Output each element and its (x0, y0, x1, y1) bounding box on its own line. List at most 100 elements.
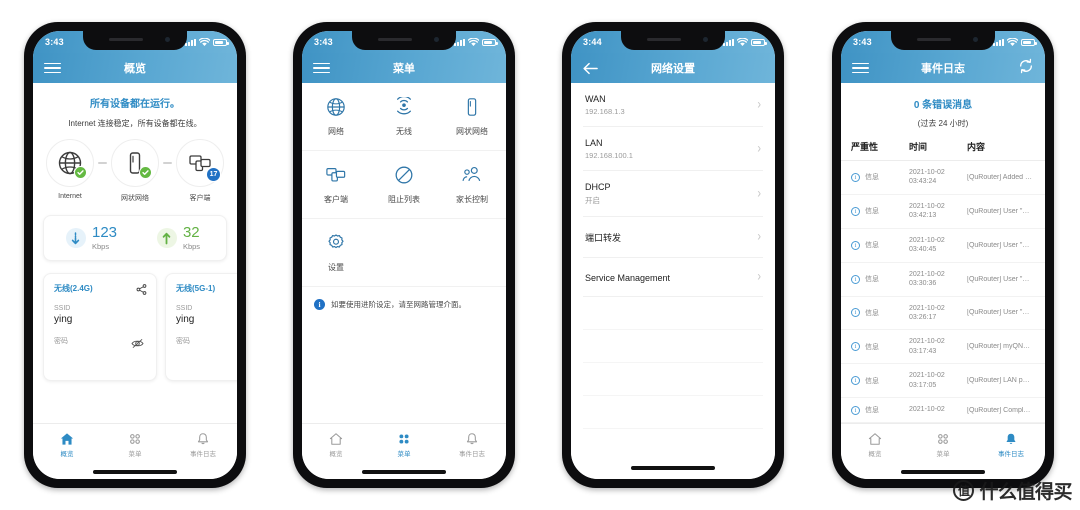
phone-menu: 3:43 菜单 网络 无线 网状网络 客户端 阻止列表 家长控制 设置 i 如要… (293, 22, 515, 488)
settings-row-wan[interactable]: WAN 192.168.1.3 › (583, 83, 763, 127)
device-label: 网状网络 (121, 195, 149, 202)
row-severity: 信息 (865, 309, 879, 317)
ssid-label: SSID (176, 305, 193, 312)
row-date: 2021-10-02 (909, 338, 945, 346)
wifi-signal-icon (396, 96, 411, 114)
settings-row-port-forwarding[interactable]: 端口转发 › (583, 217, 763, 258)
tab-eventlog[interactable]: 事件日志 (977, 424, 1045, 465)
hamburger-menu-icon[interactable] (852, 60, 869, 77)
menu-item-blocklist[interactable]: 阻止列表 (369, 151, 438, 219)
tab-label: 事件日志 (998, 450, 1024, 458)
info-icon: i (851, 342, 860, 352)
tab-overview[interactable]: 概览 (33, 424, 101, 465)
menu-item-wireless[interactable]: 无线 (369, 83, 438, 151)
menu-note: i 如要使用进阶设定，请至网路管理介面。 (302, 287, 506, 322)
wifi-band-label: 无线(2.4G) (54, 284, 93, 293)
chevron-right-icon: › (757, 96, 761, 112)
status-badge-ok (139, 166, 152, 179)
settings-row-service-management[interactable]: Service Management › (583, 258, 763, 297)
watermark-badge: 值 (953, 480, 975, 501)
tab-menu[interactable]: 菜单 (101, 424, 169, 465)
row-date: 2021-10-02 (909, 202, 945, 210)
tab-eventlog[interactable]: 事件日志 (169, 424, 237, 465)
back-arrow-icon[interactable] (582, 60, 599, 77)
row-date: 2021-10-02 (909, 169, 945, 176)
table-row[interactable]: i 信息 2021-10-02 03:42:13 [QuRouter] User "… (841, 195, 1045, 229)
app-bar-overview: 概览 (33, 53, 237, 83)
status-icons (993, 37, 1037, 47)
tab-menu[interactable]: 菜单 (909, 424, 977, 465)
settings-row-value: 192.168.100.1 (585, 151, 633, 160)
row-time: 03:30:36 (909, 280, 937, 288)
download-value-wrap: 123 Kbps (92, 225, 117, 251)
info-icon: i (851, 206, 860, 216)
hamburger-menu-icon[interactable] (44, 60, 61, 77)
arrow-up-icon (156, 228, 177, 248)
page-title: 菜单 (393, 63, 415, 75)
tab-label: 概览 (329, 450, 343, 458)
table-row[interactable]: i 信息 2021-10-02 [QuRouter] Complet... (841, 398, 1045, 423)
device-mesh[interactable]: 网状网络 (107, 139, 163, 203)
upload-value: 32 (182, 224, 200, 241)
row-message: [QuRouter] myQNAP... (967, 343, 1035, 351)
tab-label: 概览 (868, 450, 882, 458)
upload-speed: 32 Kbps (135, 225, 222, 251)
status-badge-ok (74, 166, 87, 179)
table-row[interactable]: i 信息 2021-10-02 03:17:43 [QuRouter] myQNAP… (841, 330, 1045, 365)
column-header-time: 时间 (909, 142, 928, 152)
tab-label: 事件日志 (459, 450, 485, 458)
phone-overview: 3:43 概览 所有设备都在运行。 Internet 连接稳定，所有设备都在线。 (24, 22, 246, 488)
tab-overview[interactable]: 概览 (302, 424, 370, 465)
row-severity: 信息 (865, 407, 879, 415)
globe-icon (327, 97, 345, 116)
row-severity: 信息 (865, 343, 879, 351)
table-row[interactable]: i 信息 2021-10-02 03:43:24 [QuRouter] Added … (841, 161, 1045, 195)
battery-icon (751, 38, 767, 46)
menu-item-clients[interactable]: 客户端 (302, 151, 370, 219)
menu-item-mesh[interactable]: 网状网络 (437, 83, 506, 151)
settings-list: WAN 192.168.1.3 › LAN 192.168.100.1 › DH… (571, 83, 775, 457)
menu-item-settings[interactable]: 设置 (302, 219, 370, 287)
app-bar-network-settings: 网络设置 (571, 53, 775, 83)
table-row[interactable]: i 信息 2021-10-02 03:40:45 [QuRouter] User "… (841, 229, 1045, 263)
notch (83, 31, 187, 50)
table-row[interactable]: i 信息 2021-10-02 03:30:36 [QuRouter] User "… (841, 263, 1045, 297)
tab-eventlog[interactable]: 事件日志 (438, 424, 506, 465)
log-table-header: 严重性 时间 内容 (841, 129, 1045, 161)
screen-event-log: 3:43 事件日志 0 条错误消息 (过去 24 小时) 严重性 时间 内容 i… (841, 31, 1045, 479)
watermark-text: 什么值得买 (979, 481, 1072, 503)
eye-off-icon[interactable] (131, 336, 144, 354)
tab-label: 菜单 (397, 450, 411, 458)
app-bar-event-log: 事件日志 (841, 53, 1045, 83)
refresh-icon[interactable] (1018, 58, 1034, 79)
event-log-body: 0 条错误消息 (过去 24 小时) 严重性 时间 内容 i 信息 2021-10… (841, 83, 1045, 423)
settings-row-lan[interactable]: LAN 192.168.100.1 › (583, 127, 763, 171)
wifi-card-5g[interactable]: 无线(5G-1) SSID ying 密码 (165, 273, 237, 381)
device-clients[interactable]: 17 客户端 (172, 139, 228, 203)
settings-row-dhcp[interactable]: DHCP 开启 › (583, 171, 763, 217)
error-count-title: 0 条错误消息 (913, 100, 973, 111)
tab-menu[interactable]: 菜单 (370, 424, 438, 465)
screen-overview: 3:43 概览 所有设备都在运行。 Internet 连接稳定，所有设备都在线。 (33, 31, 237, 479)
wifi-card-24g[interactable]: 无线(2.4G) SSID ying 密码 (43, 273, 157, 381)
connector-dash (98, 162, 107, 164)
status-time: 3:43 (45, 37, 64, 47)
battery-icon (213, 38, 229, 46)
table-row[interactable]: i 信息 2021-10-02 03:26:17 [QuRouter] User "… (841, 297, 1045, 331)
clients-icon (326, 167, 346, 181)
battery-icon (1021, 38, 1037, 46)
tab-overview[interactable]: 概览 (841, 424, 909, 465)
menu-item-parental[interactable]: 家长控制 (437, 151, 506, 219)
table-row[interactable]: i 信息 2021-10-02 03:17:05 [QuRouter] LAN po… (841, 364, 1045, 399)
wifi-icon (1007, 37, 1018, 46)
device-internet[interactable]: Internet (42, 139, 98, 200)
bell-icon (1006, 433, 1016, 444)
info-icon: i (851, 172, 860, 182)
bottom-tab-bar: 概览 菜单 事件日志 (33, 423, 237, 465)
menu-cell-empty (369, 219, 438, 287)
share-icon[interactable] (136, 282, 147, 300)
hamburger-menu-icon[interactable] (313, 60, 330, 77)
menu-item-network[interactable]: 网络 (302, 83, 370, 151)
row-date: 2021-10-02 (909, 270, 945, 278)
tab-label: 事件日志 (190, 450, 216, 458)
